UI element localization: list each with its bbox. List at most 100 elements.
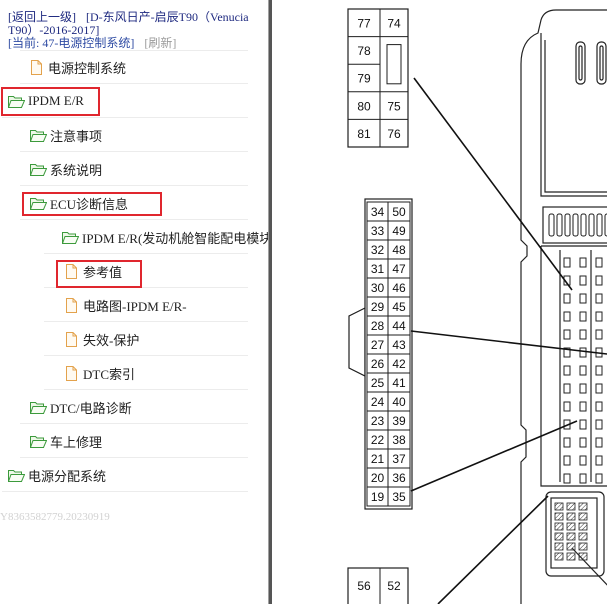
sub-connector-cavity bbox=[554, 542, 564, 551]
pin-number: 31 bbox=[371, 262, 385, 276]
terminal-cavity bbox=[563, 365, 571, 376]
pin-number: 78 bbox=[357, 44, 371, 58]
tree-item-label: 车上修理 bbox=[50, 434, 103, 450]
terminal-cavity bbox=[595, 401, 603, 412]
pin-number: 41 bbox=[392, 376, 406, 390]
refresh-link[interactable]: [刷新] bbox=[144, 36, 176, 50]
sub-connector-cavity bbox=[578, 522, 588, 531]
tree-item-label: IPDM E/R(发动机舱智能配电模块 bbox=[82, 230, 268, 246]
tree-item-precautions[interactable]: 注意事项 bbox=[0, 118, 268, 152]
current-section-label: [当前: 47-电源控制系统] bbox=[8, 36, 135, 50]
sub-connector-cavity bbox=[554, 552, 564, 561]
sub-connector-cavity bbox=[566, 512, 576, 521]
pin-number: 75 bbox=[387, 99, 401, 113]
pin-number: 49 bbox=[392, 224, 406, 238]
pin-number: 80 bbox=[357, 99, 371, 113]
pin-number: 28 bbox=[371, 319, 385, 333]
highlight-box-reference-value bbox=[56, 260, 142, 288]
connector-middle-block: 34 50 33 49 32 48 31 47 30 46 29 45 28 44 27 43 26 42 25 41… bbox=[348, 198, 413, 510]
terminal-cavities bbox=[563, 257, 603, 484]
sub-connector-cavity bbox=[566, 522, 576, 531]
terminal-slot bbox=[588, 213, 595, 237]
tree-item-dtc-index[interactable]: DTC索引 bbox=[0, 356, 268, 390]
connector-diagram: 77 74 78 79 80 75 81 76 34 50 33 49 32 48 31 47 30 46 29 4… bbox=[347, 8, 607, 604]
tree-item-label: 失效-保护 bbox=[83, 332, 140, 348]
terminal-cavity bbox=[563, 293, 571, 304]
housing-slot bbox=[575, 41, 586, 85]
terminal-cavity bbox=[595, 293, 603, 304]
sub-connector-cavity bbox=[566, 532, 576, 541]
tree-item-label: 注意事项 bbox=[50, 128, 103, 144]
document-icon bbox=[65, 331, 77, 347]
tree-item-wiring-diagram[interactable]: 电路图-IPDM E/R- bbox=[0, 288, 268, 322]
pin-number: 74 bbox=[387, 17, 401, 31]
pin-number: 33 bbox=[371, 224, 385, 238]
pin-number: 25 bbox=[371, 376, 385, 390]
sub-connector-cavity bbox=[578, 552, 588, 561]
terminal-cavity bbox=[579, 455, 587, 466]
pin-number: 23 bbox=[371, 414, 385, 428]
tree-item-fail-safe[interactable]: 失效-保护 bbox=[0, 322, 268, 356]
pin-number: 42 bbox=[392, 357, 406, 371]
pin-number: 40 bbox=[392, 395, 406, 409]
terminal-cavity bbox=[595, 473, 603, 484]
pin-number: 79 bbox=[357, 72, 371, 86]
pin-number: 56 bbox=[357, 579, 371, 593]
sub-connector-cavity bbox=[578, 542, 588, 551]
navigation-panel: [返回上一级] [D-东风日产-启辰T90（Venucia T90）-2016-2… bbox=[0, 0, 268, 604]
connector-housing-drawing bbox=[520, 9, 607, 604]
document-icon bbox=[65, 365, 77, 381]
pin-number: 81 bbox=[357, 127, 371, 141]
pin-number: 38 bbox=[392, 433, 406, 447]
leader-line bbox=[413, 77, 573, 291]
pin-number: 76 bbox=[387, 127, 401, 141]
tree-item-dtc-circuit-diagnosis[interactable]: DTC/电路诊断 bbox=[0, 390, 268, 424]
tree-item-system-description[interactable]: 系统说明 bbox=[0, 152, 268, 186]
leader-lines bbox=[410, 77, 607, 604]
tree-item-ipdm-er-module[interactable]: IPDM E/R(发动机舱智能配电模块 bbox=[0, 220, 268, 254]
tree-item-label: DTC索引 bbox=[83, 366, 136, 382]
sub-connector-cavity bbox=[554, 502, 564, 511]
terminal-cavity bbox=[595, 383, 603, 394]
terminal-slot bbox=[596, 213, 603, 237]
pin-number: 50 bbox=[392, 205, 406, 219]
connector-bottom-block: 56 52 bbox=[347, 567, 409, 604]
terminal-cavity bbox=[579, 311, 587, 322]
terminal-cavity bbox=[595, 419, 603, 430]
terminal-slot bbox=[564, 213, 571, 237]
tree-item-label: 系统说明 bbox=[50, 162, 103, 178]
terminal-cavity bbox=[563, 473, 571, 484]
pin-number: 24 bbox=[371, 395, 385, 409]
pin-number: 34 bbox=[371, 205, 385, 219]
terminal-cavity bbox=[563, 311, 571, 322]
housing-outline bbox=[520, 9, 607, 604]
terminal-cavity bbox=[563, 257, 571, 268]
terminal-cavity bbox=[579, 383, 587, 394]
tree-item-on-vehicle-repair[interactable]: 车上修理 bbox=[0, 424, 268, 458]
terminal-cavity bbox=[579, 401, 587, 412]
terminal-cavity bbox=[579, 293, 587, 304]
sub-connector-cavity bbox=[566, 542, 576, 551]
terminal-cavity bbox=[579, 419, 587, 430]
back-link[interactable]: [返回上一级] bbox=[8, 10, 76, 24]
pin-number: 21 bbox=[371, 452, 385, 466]
connector-top-block: 77 74 78 79 80 75 81 76 bbox=[347, 8, 409, 148]
pin-number: 52 bbox=[387, 579, 401, 593]
housing-slot-inner bbox=[599, 45, 604, 81]
terminal-slot bbox=[580, 213, 587, 237]
pin-number: 45 bbox=[392, 300, 406, 314]
terminal-cavity bbox=[579, 473, 587, 484]
pin-number: 30 bbox=[371, 281, 385, 295]
pin-number: 26 bbox=[371, 357, 385, 371]
breadcrumb-line: [返回上一级] [D-东风日产-启辰T90（Venucia T90）-2016-2… bbox=[8, 11, 258, 37]
folder-open-icon bbox=[61, 231, 80, 244]
terminal-slot-row bbox=[548, 213, 607, 237]
connector-latch-tab bbox=[348, 307, 366, 377]
tree-item-power-control-system[interactable]: 电源控制系统 bbox=[0, 50, 268, 84]
housing-slot bbox=[596, 41, 607, 85]
terminal-cavity bbox=[595, 455, 603, 466]
terminal-cavity bbox=[595, 311, 603, 322]
tree-item-power-distribution-system[interactable]: 电源分配系统 bbox=[0, 458, 268, 492]
sub-connector-cavity bbox=[566, 552, 576, 561]
tree-item-label: 电源控制系统 bbox=[48, 60, 127, 76]
